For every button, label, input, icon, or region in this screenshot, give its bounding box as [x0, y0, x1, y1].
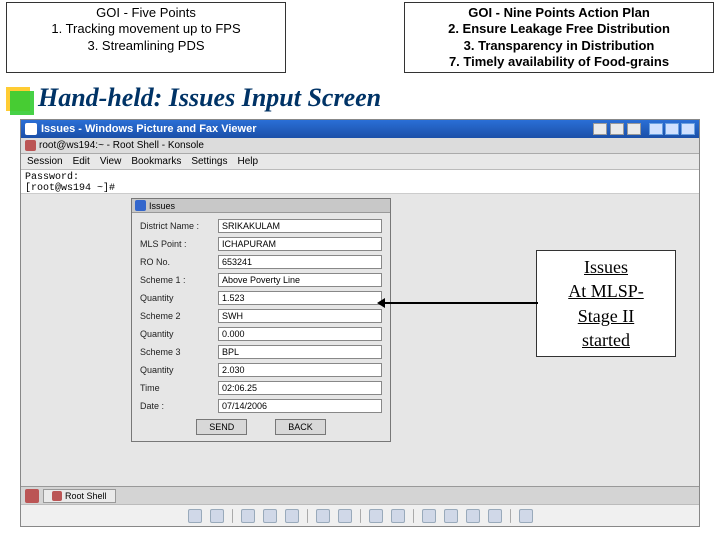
label-qty3: Quantity [140, 365, 218, 375]
konsole-icon [25, 140, 36, 151]
text-line: GOI - Nine Points Action Plan [411, 5, 707, 21]
bullet-icon [6, 87, 30, 111]
input-date[interactable]: 07/14/2006 [218, 399, 382, 413]
konsole-title-text: root@ws194:~ - Root Shell - Konsole [39, 140, 204, 151]
terminal-output: Password: [root@ws194 ~]# [21, 170, 699, 194]
back-button[interactable]: BACK [275, 419, 326, 435]
menu-view[interactable]: View [100, 156, 122, 167]
text-line: 2. Ensure Leakage Free Distribution [411, 21, 707, 37]
input-district[interactable]: SRIKAKULAM [218, 219, 382, 233]
maximize-button[interactable] [665, 123, 679, 135]
callout-line: started [543, 328, 669, 352]
form-titlebar: Issues [132, 199, 390, 213]
open-icon[interactable] [488, 509, 502, 523]
text-line: 3. Transparency in Distribution [411, 38, 707, 54]
menu-session[interactable]: Session [27, 156, 63, 167]
input-scheme3[interactable]: BPL [218, 345, 382, 359]
input-rono[interactable]: 653241 [218, 255, 382, 269]
print-icon[interactable] [444, 509, 458, 523]
label-mlspoint: MLS Point : [140, 239, 218, 249]
taskbar-label: Root Shell [65, 491, 107, 501]
slide-title: Hand-held: Issues Input Screen [0, 75, 720, 119]
form-icon [135, 200, 146, 211]
goi-five-points-box: GOI - Five Points 1. Tracking movement u… [6, 2, 286, 73]
konsole-titlebar: root@ws194:~ - Root Shell - Konsole [21, 138, 699, 154]
input-qty2[interactable]: 0.000 [218, 327, 382, 341]
save-icon[interactable] [466, 509, 480, 523]
rotate-cw-icon[interactable] [391, 509, 405, 523]
menu-edit[interactable]: Edit [73, 156, 90, 167]
terminal-line: Password: [25, 172, 695, 183]
viewer-titlebar: Issues - Windows Picture and Fax Viewer [21, 120, 699, 138]
label-scheme2: Scheme 2 [140, 311, 218, 321]
text-line: 7. Timely availability of Food-grains [411, 54, 707, 70]
label-rono: RO No. [140, 257, 218, 267]
input-time[interactable]: 02:06.25 [218, 381, 382, 395]
text-line: GOI - Five Points [13, 5, 279, 21]
text-line: 1. Tracking movement up to FPS [13, 21, 279, 37]
shell-icon [52, 491, 62, 501]
input-qty1[interactable]: 1.523 [218, 291, 382, 305]
app-icon [25, 123, 37, 135]
menu-help[interactable]: Help [237, 156, 258, 167]
help-icon[interactable] [519, 509, 533, 523]
form-title-text: Issues [149, 201, 175, 211]
input-mlspoint[interactable]: ICHAPURAM [218, 237, 382, 251]
tool-icon[interactable] [593, 123, 607, 135]
separator-icon [510, 509, 511, 523]
callout-line: At MLSP- [543, 279, 669, 303]
kde-taskbar: Root Shell [21, 486, 699, 504]
actual-icon[interactable] [263, 509, 277, 523]
label-scheme3: Scheme 3 [140, 347, 218, 357]
taskbar-rootshell[interactable]: Root Shell [43, 489, 116, 503]
terminal-line: [root@ws194 ~]# [25, 183, 695, 194]
label-qty1: Quantity [140, 293, 218, 303]
close-button[interactable] [681, 123, 695, 135]
issues-form-window: Issues District Name :SRIKAKULAM MLS Poi… [131, 198, 391, 442]
tool-icon[interactable] [627, 123, 641, 135]
slideshow-icon[interactable] [285, 509, 299, 523]
menu-settings[interactable]: Settings [191, 156, 227, 167]
prev-icon[interactable] [188, 509, 202, 523]
kmenu-icon[interactable] [25, 489, 39, 503]
titlebar-extra-icons [593, 123, 641, 135]
send-button[interactable]: SEND [196, 419, 247, 435]
input-qty3[interactable]: 2.030 [218, 363, 382, 377]
text-line: 3. Streamlining PDS [13, 38, 279, 54]
label-qty2: Quantity [140, 329, 218, 339]
goi-nine-points-box: GOI - Nine Points Action Plan 2. Ensure … [404, 2, 714, 73]
menu-bookmarks[interactable]: Bookmarks [131, 156, 181, 167]
delete-icon[interactable] [422, 509, 436, 523]
separator-icon [360, 509, 361, 523]
arrow-icon [380, 302, 538, 304]
separator-icon [307, 509, 308, 523]
top-info-row: GOI - Five Points 1. Tracking movement u… [0, 0, 720, 75]
zoomout-icon[interactable] [338, 509, 352, 523]
label-district: District Name : [140, 221, 218, 231]
label-date: Date : [140, 401, 218, 411]
konsole-menubar: Session Edit View Bookmarks Settings Hel… [21, 154, 699, 170]
minimize-button[interactable] [649, 123, 663, 135]
callout-line: Stage II [543, 304, 669, 328]
next-icon[interactable] [210, 509, 224, 523]
titlebar-text: Issues - Windows Picture and Fax Viewer [41, 123, 257, 135]
bestfit-icon[interactable] [241, 509, 255, 523]
label-time: Time [140, 383, 218, 393]
input-scheme2[interactable]: SWH [218, 309, 382, 323]
label-scheme1: Scheme 1 : [140, 275, 218, 285]
callout-box: Issues At MLSP- Stage II started [536, 250, 676, 357]
title-text: Hand-held: Issues Input Screen [38, 83, 381, 112]
separator-icon [413, 509, 414, 523]
zoomin-icon[interactable] [316, 509, 330, 523]
callout-line: Issues [543, 255, 669, 279]
rotate-ccw-icon[interactable] [369, 509, 383, 523]
separator-icon [232, 509, 233, 523]
viewer-toolbar [21, 504, 699, 526]
input-scheme1[interactable]: Above Poverty Line [218, 273, 382, 287]
form-body: District Name :SRIKAKULAM MLS Point :ICH… [132, 213, 390, 441]
tool-icon[interactable] [610, 123, 624, 135]
